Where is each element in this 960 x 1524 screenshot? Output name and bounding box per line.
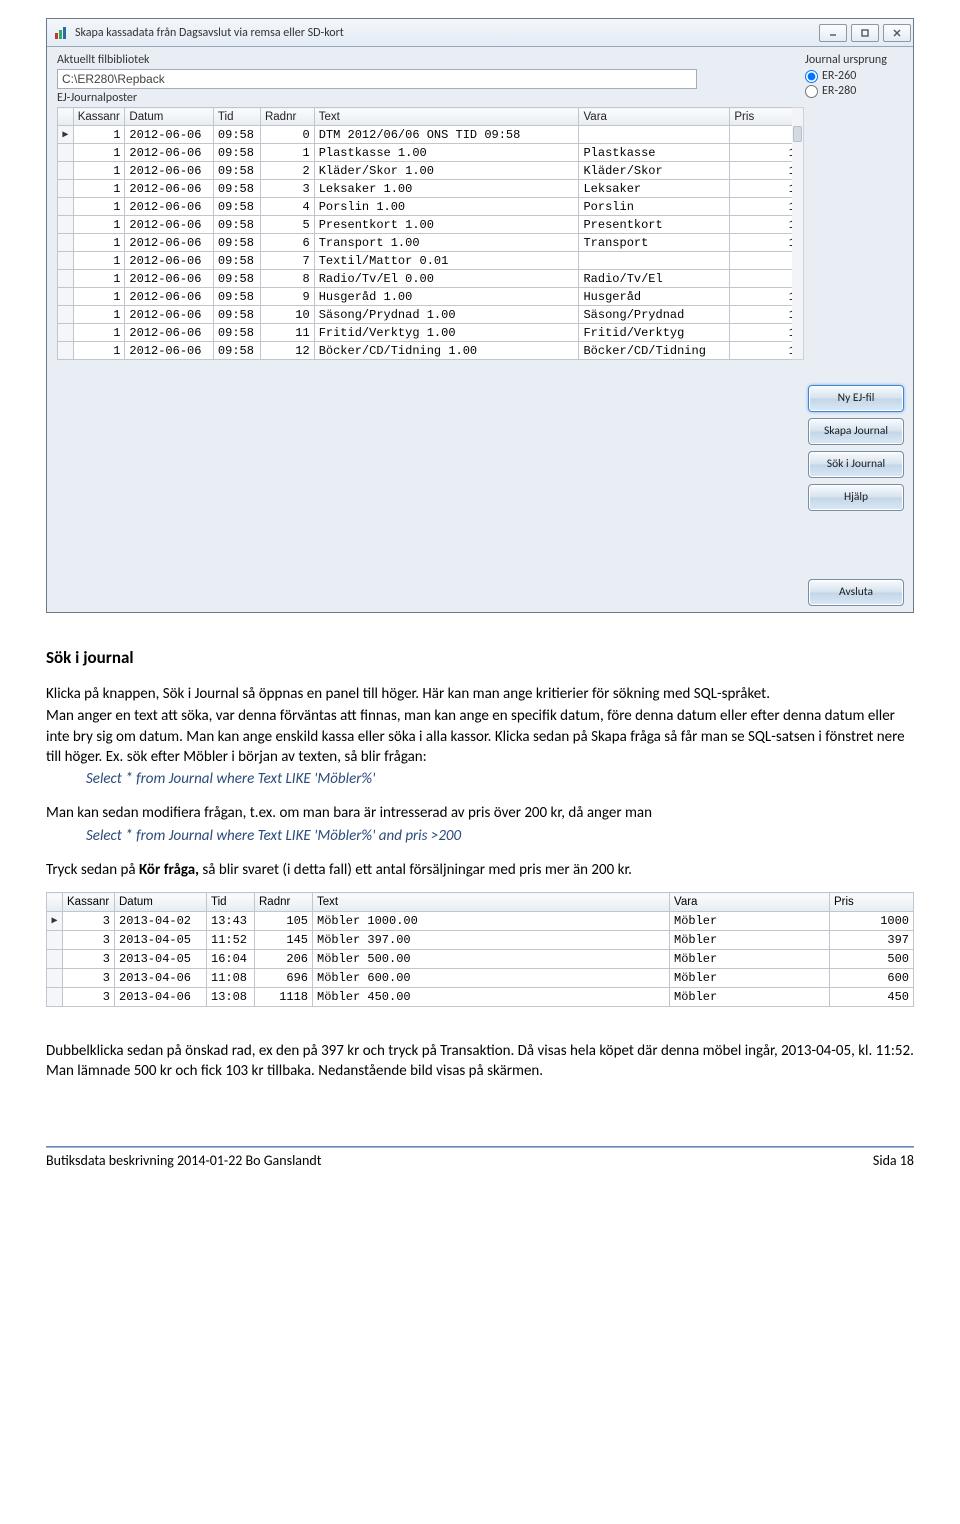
g2-col-radnr[interactable]: Radnr (255, 893, 313, 912)
table-row[interactable]: 12012-06-0609:582Kläder/Skor 1.00Kläder/… (58, 162, 801, 180)
library-label: Aktuellt filbibliotek (57, 53, 801, 67)
g2-col-text[interactable]: Text (313, 893, 670, 912)
table-row[interactable]: 12012-06-0609:5811Fritid/Verktyg 1.00Fri… (58, 324, 801, 342)
result-grid[interactable]: Kassanr Datum Tid Radnr Text Vara Pris ▶… (46, 892, 914, 1007)
table-row[interactable]: 32013-04-0516:04206Möbler 500.00Möbler50… (47, 950, 914, 969)
origin-option-0: ER-260 (822, 69, 856, 83)
para-3: Man kan sedan modifiera frågan, t.ex. om… (46, 803, 914, 823)
search-journal-button[interactable]: Sök i Journal (808, 451, 904, 478)
new-ej-button[interactable]: Ny EJ-fil (808, 385, 904, 412)
g2-col-datum[interactable]: Datum (115, 893, 207, 912)
g2-col-pris[interactable]: Pris (830, 893, 914, 912)
table-row[interactable]: 32013-04-0511:52145Möbler 397.00Möbler39… (47, 931, 914, 950)
posts-label: EJ-Journalposter (57, 91, 801, 105)
para-1: Klicka på knappen, Sök i Journal så öppn… (46, 684, 914, 704)
titlebar[interactable]: Skapa kassadata från Dagsavslut via rems… (47, 19, 913, 47)
table-row[interactable]: 12012-06-0609:588Radio/Tv/El 0.00Radio/T… (58, 270, 801, 288)
help-button[interactable]: Hjälp (808, 484, 904, 511)
origin-option-1: ER-280 (822, 84, 856, 98)
table-row[interactable]: ▶12012-06-0609:580DTM 2012/06/06 ONS TID… (58, 126, 801, 144)
grid-scrollbar[interactable] (792, 107, 804, 360)
col-tid[interactable]: Tid (213, 108, 260, 126)
footer-left: Butiksdata beskrivning 2014-01-22 Bo Gan… (46, 1152, 321, 1169)
col-datum[interactable]: Datum (125, 108, 214, 126)
table-row[interactable]: ▶32013-04-0213:43105Möbler 1000.00Möbler… (47, 912, 914, 931)
para-5: Dubbelklicka sedan på önskad rad, ex den… (46, 1041, 914, 1082)
journal-grid[interactable]: Kassanr Datum Tid Radnr Text Vara Pris ▶… (57, 107, 801, 360)
quit-button[interactable]: Avsluta (808, 579, 904, 606)
col-vara[interactable]: Vara (579, 108, 730, 126)
table-row[interactable]: 12012-06-0609:5812Böcker/CD/Tidning 1.00… (58, 342, 801, 360)
table-row[interactable]: 12012-06-0609:5810Säsong/Prydnad 1.00Säs… (58, 306, 801, 324)
section-heading: Sök i journal (46, 647, 914, 668)
origin-label: Journal ursprung (805, 53, 907, 67)
g2-col-kassanr[interactable]: Kassanr (63, 893, 115, 912)
window-title: Skapa kassadata från Dagsavslut via rems… (75, 26, 819, 40)
sql-2: Select * from Journal where Text LIKE 'M… (46, 826, 914, 846)
origin-radio-er260[interactable] (805, 70, 818, 83)
create-journal-button[interactable]: Skapa Journal (808, 418, 904, 445)
sql-1: Select * from Journal where Text LIKE 'M… (46, 769, 914, 789)
table-row[interactable]: 12012-06-0609:586Transport 1.00Transport… (58, 234, 801, 252)
app-window: Skapa kassadata från Dagsavslut via rems… (46, 18, 914, 613)
table-row[interactable]: 12012-06-0609:589Husgeråd 1.00Husgeråd1 (58, 288, 801, 306)
library-path-input[interactable] (57, 69, 697, 89)
g2-col-vara[interactable]: Vara (670, 893, 830, 912)
footer-right: Sida 18 (873, 1152, 914, 1169)
g2-col-tid[interactable]: Tid (207, 893, 255, 912)
table-row[interactable]: 12012-06-0609:581Plastkasse 1.00Plastkas… (58, 144, 801, 162)
table-row[interactable]: 12012-06-0609:585Presentkort 1.00Present… (58, 216, 801, 234)
col-kassanr[interactable]: Kassanr (73, 108, 125, 126)
minimize-button[interactable] (819, 24, 847, 42)
app-icon (53, 25, 69, 41)
maximize-button[interactable] (851, 24, 879, 42)
close-button[interactable] (883, 24, 911, 42)
page-footer: Butiksdata beskrivning 2014-01-22 Bo Gan… (0, 1142, 960, 1183)
table-row[interactable]: 12012-06-0609:583Leksaker 1.00Leksaker1 (58, 180, 801, 198)
table-row[interactable]: 32013-04-0613:081118Möbler 450.00Möbler4… (47, 988, 914, 1007)
col-text[interactable]: Text (314, 108, 579, 126)
para-2: Man anger en text att söka, var denna fö… (46, 706, 914, 767)
table-row[interactable]: 12012-06-0609:584Porslin 1.00Porslin1 (58, 198, 801, 216)
table-row[interactable]: 32013-04-0611:08696Möbler 600.00Möbler60… (47, 969, 914, 988)
col-pris[interactable]: Pris (730, 108, 801, 126)
col-radnr[interactable]: Radnr (260, 108, 314, 126)
origin-radio-er280[interactable] (805, 85, 818, 98)
table-row[interactable]: 12012-06-0609:587Textil/Mattor 0.01 (58, 252, 801, 270)
para-4: Tryck sedan på Kör fråga, så blir svaret… (46, 860, 914, 880)
